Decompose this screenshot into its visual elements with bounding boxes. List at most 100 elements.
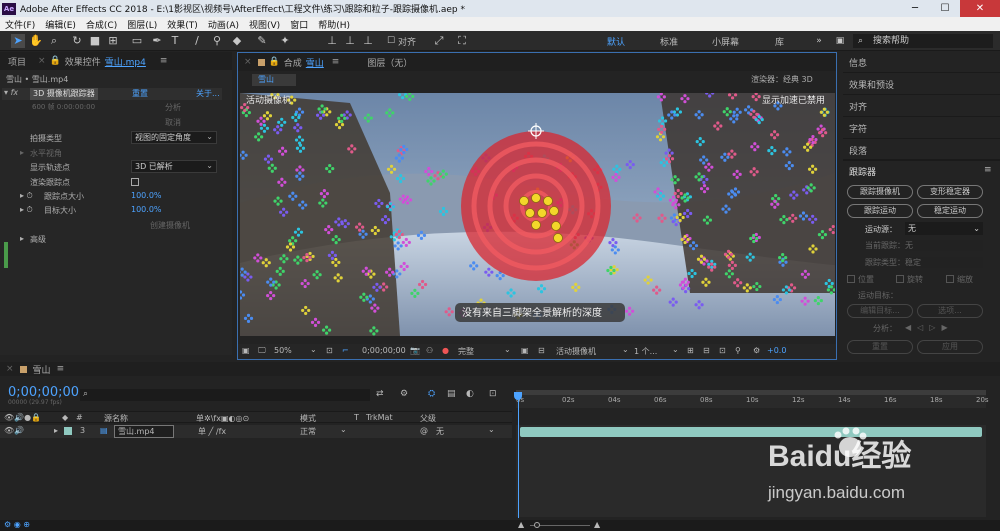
- column-mode[interactable]: 模式: [300, 413, 316, 424]
- transparency-grid-icon[interactable]: ⌐: [342, 346, 349, 355]
- camera-tool-icon[interactable]: ■: [88, 34, 102, 48]
- selected-track-point[interactable]: [531, 220, 541, 230]
- workspace-libraries[interactable]: 库: [775, 35, 784, 48]
- comp-tab-name[interactable]: 雪山: [302, 56, 328, 69]
- selected-track-point[interactable]: [531, 193, 541, 203]
- panel-menu-icon[interactable]: ≡: [160, 56, 168, 66]
- target-size-value[interactable]: 100.0%: [131, 205, 162, 217]
- effect-name[interactable]: 3D 摄像机跟踪器: [30, 88, 98, 100]
- zoom-value[interactable]: 50%: [274, 346, 292, 355]
- renderer-label[interactable]: 渲染器：经典 3D: [751, 74, 813, 85]
- reset-exposure-icon[interactable]: ⚙: [753, 346, 760, 355]
- selected-track-point[interactable]: [553, 233, 563, 243]
- menu-edit[interactable]: 编辑(E): [40, 18, 81, 31]
- selected-track-point[interactable]: [551, 221, 561, 231]
- workspace-standard[interactable]: 标准: [660, 35, 678, 48]
- workspace-panel-icon[interactable]: ▣: [833, 34, 847, 48]
- track-type-dropdown[interactable]: 稳定: [905, 257, 983, 268]
- tab-close-icon[interactable]: ×: [34, 56, 50, 66]
- comp-mini-flowchart-icon[interactable]: ⇄: [376, 389, 384, 399]
- panel-paragraph[interactable]: 段落: [849, 144, 867, 157]
- pen-tool-icon[interactable]: ✒: [150, 34, 164, 48]
- chevron-down-icon[interactable]: ⌄: [488, 425, 495, 434]
- minimize-icon[interactable]: ─: [900, 0, 930, 17]
- shy-layers-icon[interactable]: ⛭: [428, 389, 435, 399]
- playhead-line[interactable]: [518, 400, 519, 518]
- rectangle-tool-icon[interactable]: ▭: [130, 34, 144, 48]
- track-motion-button[interactable]: 跟踪运动: [847, 204, 913, 218]
- zoom-in-icon[interactable]: ▲: [594, 520, 600, 529]
- chevron-down-icon[interactable]: ⌄: [310, 345, 317, 354]
- menu-view[interactable]: 视图(V): [244, 18, 285, 31]
- frame-blending-icon[interactable]: ▤: [447, 389, 456, 399]
- render-track-checkbox[interactable]: [131, 178, 139, 186]
- visibility-icon[interactable]: 👁🔊: [4, 426, 24, 435]
- snapshot-icon[interactable]: 📷: [410, 346, 420, 355]
- workspace-overflow-icon[interactable]: »: [812, 34, 826, 48]
- timeline-zoom-handle[interactable]: [534, 522, 540, 528]
- rotation-checkbox[interactable]: [896, 275, 904, 283]
- selected-track-point[interactable]: [525, 208, 535, 218]
- render-status-icons[interactable]: ⚙ ◉ ⊕: [4, 520, 30, 529]
- brush-tool-icon[interactable]: /: [190, 34, 204, 48]
- panel-effects-presets[interactable]: 效果和预设: [849, 78, 894, 91]
- layer-tab[interactable]: 图层（无）: [343, 56, 412, 69]
- menu-help[interactable]: 帮助(H): [313, 18, 355, 31]
- apply-button[interactable]: 应用: [917, 340, 983, 354]
- column-parent[interactable]: 父级: [420, 413, 436, 424]
- comp-navigator-chip[interactable]: 雪山: [252, 74, 296, 86]
- 3d-draft-icon[interactable]: ⊞: [687, 346, 694, 355]
- scale-checkbox[interactable]: [946, 275, 954, 283]
- graph-editor-icon[interactable]: ⊡: [489, 389, 497, 399]
- effect-expand-icon[interactable]: ▾ fx: [4, 88, 18, 100]
- track-size-expand-icon[interactable]: ▸ ⏱: [20, 191, 33, 203]
- fast-preview-icon[interactable]: ▣: [521, 346, 529, 355]
- puppet-tool-icon[interactable]: ✦: [278, 34, 292, 48]
- pickwhip-icon[interactable]: @: [420, 426, 428, 435]
- snap-grid-icon[interactable]: ⛶: [455, 34, 469, 48]
- chevron-down-icon[interactable]: ⌄: [672, 345, 679, 354]
- exposure-value[interactable]: +0.0: [767, 346, 786, 355]
- tab-effect-controls-file[interactable]: 雪山.mp4: [105, 55, 146, 68]
- layer-label-color-icon[interactable]: [64, 427, 72, 435]
- create-camera-button[interactable]: 创建摄像机: [150, 220, 190, 232]
- comp-timecode[interactable]: 0;00;00;00: [362, 346, 406, 355]
- panel-align[interactable]: 对齐: [849, 100, 867, 113]
- selected-track-point[interactable]: [519, 196, 529, 206]
- maximize-icon[interactable]: ☐: [930, 0, 960, 17]
- timeline-search-input[interactable]: ⌕: [80, 389, 370, 401]
- eraser-tool-icon[interactable]: ◆: [230, 34, 244, 48]
- view-layout-value[interactable]: 1 个...: [634, 346, 657, 357]
- search-help-input[interactable]: ⌕ 搜索帮助: [853, 34, 993, 48]
- zoom-out-icon[interactable]: ▲: [518, 520, 524, 529]
- resolution-value[interactable]: 完整: [458, 346, 474, 357]
- clone-stamp-tool-icon[interactable]: ⚲: [210, 34, 224, 48]
- motion-blur-icon[interactable]: ◐: [466, 389, 474, 399]
- show-snapshot-icon[interactable]: ⚇: [426, 346, 433, 355]
- roto-brush-tool-icon[interactable]: ✎: [255, 34, 269, 48]
- selected-track-point[interactable]: [549, 206, 559, 216]
- panel-info[interactable]: 信息: [849, 56, 867, 69]
- work-area-bar[interactable]: [516, 390, 986, 395]
- position-checkbox[interactable]: [847, 275, 855, 283]
- fov-expand-icon[interactable]: ▸: [20, 148, 24, 160]
- track-size-value[interactable]: 100.0%: [131, 191, 162, 203]
- tab-project[interactable]: 项目: [0, 55, 34, 68]
- layer-name[interactable]: 雪山.mp4: [114, 425, 174, 438]
- target-size-expand-icon[interactable]: ▸ ⏱: [20, 205, 33, 217]
- rotate-tool-icon[interactable]: ↻: [70, 34, 84, 48]
- track-camera-button[interactable]: 跟踪摄像机: [847, 185, 913, 199]
- options-button[interactable]: 选项...: [917, 304, 983, 318]
- edit-target-button[interactable]: 编辑目标...: [847, 304, 913, 318]
- monitor-icon[interactable]: 🖵: [258, 346, 266, 356]
- warp-stabilizer-button[interactable]: 变形稳定器: [917, 185, 983, 199]
- cancel-button[interactable]: 取消: [165, 117, 181, 129]
- effect-about-link[interactable]: 关于...: [196, 88, 220, 100]
- column-source-name[interactable]: 源名称: [104, 413, 128, 424]
- menu-window[interactable]: 窗口: [285, 18, 313, 31]
- reset-button[interactable]: 重置: [847, 340, 913, 354]
- chevron-down-icon[interactable]: ⌄: [504, 345, 511, 354]
- comp-panel-menu-icon[interactable]: ≡: [328, 57, 344, 67]
- menu-effect[interactable]: 效果(T): [162, 18, 203, 31]
- menu-animation[interactable]: 动画(A): [203, 18, 244, 31]
